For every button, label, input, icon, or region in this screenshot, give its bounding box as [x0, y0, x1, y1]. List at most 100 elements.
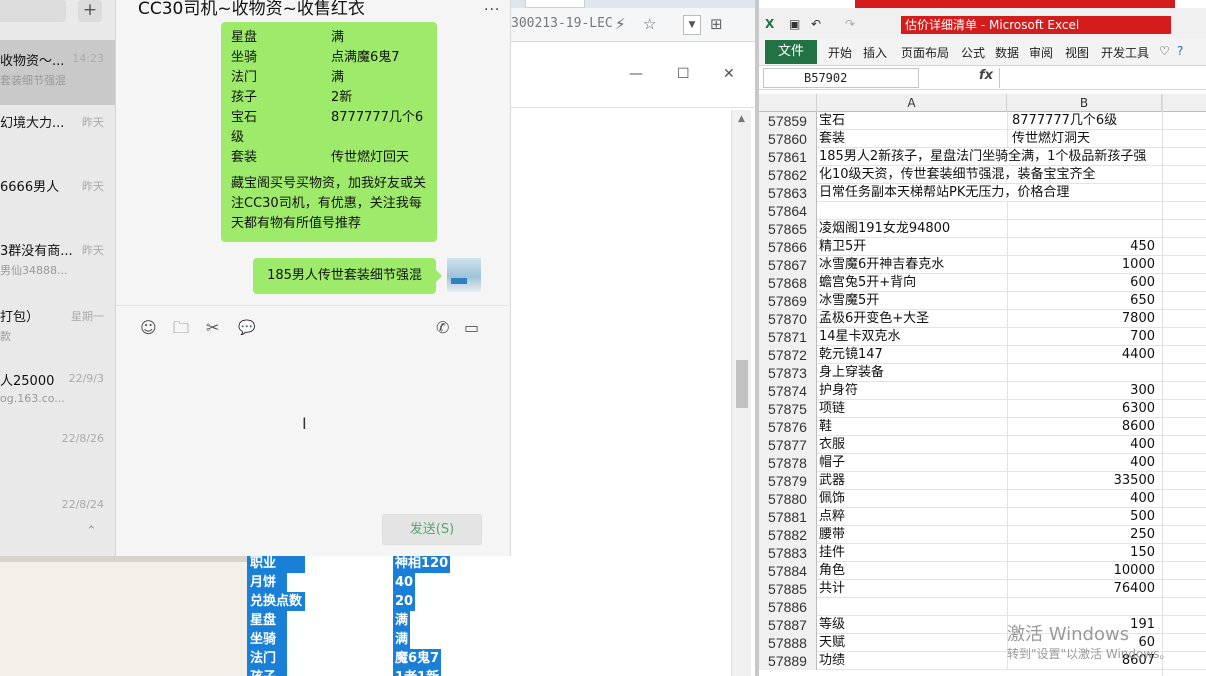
function-icon[interactable]: fx — [979, 68, 993, 83]
scrollbar-thumb[interactable] — [736, 360, 748, 408]
table-cell-value[interactable]: 1老1新 — [393, 668, 442, 676]
row-header[interactable]: 57874 — [759, 382, 817, 400]
table-cell-value[interactable]: 神相120 — [393, 554, 451, 573]
row-header[interactable]: 57865 — [759, 220, 817, 238]
sheet-row[interactable]: 57874 护身符 300 — [759, 382, 1206, 400]
cell-b[interactable]: 450 — [1007, 238, 1157, 256]
sheet-row[interactable]: 57863 日常任务副本天梯帮站PK无压力，价格合理 — [759, 184, 1206, 202]
search-input[interactable] — [0, 0, 66, 22]
sheet-row[interactable]: 57869 冰雪魔5开 650 — [759, 292, 1206, 310]
cell-a[interactable]: 项链 — [819, 400, 1007, 418]
send-button[interactable]: 发送(S) — [382, 514, 482, 545]
cell-a[interactable]: 精卫5开 — [819, 238, 1007, 256]
table-cell-key[interactable]: 兑换点数 — [247, 592, 305, 611]
cell-a[interactable]: 功绩 — [819, 652, 1007, 670]
sheet-row[interactable]: 57862 化10级天资，传世套装细节强混，装备宝宝齐全 — [759, 166, 1206, 184]
chat-list-item[interactable]: 22/8/24 — [0, 486, 115, 551]
more-icon[interactable]: ··· — [484, 2, 500, 18]
sheet-row[interactable]: 57881 点粹 500 — [759, 508, 1206, 526]
sheet-row[interactable]: 57865 凌烟阁191女龙94800 — [759, 220, 1206, 238]
row-header[interactable]: 57881 — [759, 508, 817, 526]
video-icon[interactable]: ▭ — [464, 318, 479, 338]
row-header[interactable]: 57877 — [759, 436, 817, 454]
row-header[interactable]: 57875 — [759, 400, 817, 418]
sheet-row[interactable]: 57870 孟极6开变色+大圣 7800 — [759, 310, 1206, 328]
cell-b[interactable]: 400 — [1007, 454, 1157, 472]
chat-list-item[interactable]: 3群没有商... 昨天 男仙34888... — [0, 230, 115, 295]
phone-icon[interactable]: ✆ — [436, 318, 449, 338]
sheet-row[interactable]: 57872 乾元镜147 4400 — [759, 346, 1206, 364]
row-header[interactable]: 57862 — [759, 166, 817, 184]
row-header[interactable]: 57868 — [759, 274, 817, 292]
cell-b[interactable]: 传世燃灯洞天 — [1007, 130, 1157, 148]
sheet-row[interactable]: 57866 精卫5开 450 — [759, 238, 1206, 256]
ribbon-tab[interactable]: 公式 — [961, 44, 985, 61]
cell-a[interactable]: 宝石 — [819, 112, 1007, 130]
sheet-row[interactable]: 57875 项链 6300 — [759, 400, 1206, 418]
sheet-row[interactable]: 57871 14星卡双克水 700 — [759, 328, 1206, 346]
cell-a[interactable]: 挂件 — [819, 544, 1007, 562]
sheet-row[interactable]: 57868 蟾宫兔5开+背向 600 — [759, 274, 1206, 292]
row-header[interactable]: 57860 — [759, 130, 817, 148]
sheet-row[interactable]: 57876 鞋 8600 — [759, 418, 1206, 436]
message-bubble-sent[interactable]: 185男人传世套装细节强混 — [253, 258, 442, 294]
cell-a[interactable]: 佩饰 — [819, 490, 1007, 508]
cell-a[interactable]: 蟾宫兔5开+背向 — [819, 274, 1007, 292]
row-header[interactable]: 57873 — [759, 364, 817, 382]
cell-a[interactable]: 帽子 — [819, 454, 1007, 472]
avatar[interactable] — [447, 258, 481, 292]
cell-b[interactable]: 1000 — [1007, 256, 1157, 274]
address-url[interactable]: 300213-19-LEC — [511, 16, 613, 31]
table-row[interactable]: 职业 神相120 — [247, 554, 507, 573]
row-header[interactable]: 57871 — [759, 328, 817, 346]
ribbon-tab[interactable]: 开始 — [828, 44, 852, 61]
ribbon-tab[interactable]: 视图 — [1065, 44, 1089, 61]
cell-b[interactable] — [1007, 364, 1157, 382]
browser-tab[interactable] — [525, 0, 585, 8]
cell-a[interactable]: 角色 — [819, 562, 1007, 580]
chat-list-item[interactable]: 6666男人 昨天 — [0, 166, 115, 231]
cell-a[interactable] — [819, 598, 1007, 616]
sheet-row[interactable]: 57882 腰带 250 — [759, 526, 1206, 544]
table-cell-value[interactable]: 20 — [393, 592, 416, 611]
cell-b[interactable]: 300 — [1007, 382, 1157, 400]
cell-a[interactable]: 身上穿装备 — [819, 364, 1007, 382]
browser-address-bar[interactable]: 300213-19-LEC ⚡ ☆ ▼ ⊞ — [505, 8, 755, 42]
table-row[interactable]: 月饼 40 — [247, 573, 507, 592]
cell-a[interactable]: 鞋 — [819, 418, 1007, 436]
cell-b[interactable]: 4400 — [1007, 346, 1157, 364]
lightning-icon[interactable]: ⚡ — [615, 15, 626, 33]
chat-list-item[interactable]: 收物资～... 14:23 套装细节强混 — [0, 40, 115, 105]
folder-icon[interactable]: 🗀 — [173, 318, 189, 338]
table-cell-value[interactable]: 40 — [393, 573, 416, 592]
row-header[interactable]: 57889 — [759, 652, 817, 670]
cell-b[interactable]: 7800 — [1007, 310, 1157, 328]
close-button[interactable]: ✕ — [723, 66, 735, 82]
table-row[interactable]: 兑换点数 20 — [247, 592, 507, 611]
cell-b[interactable]: 600 — [1007, 274, 1157, 292]
scissors-icon[interactable]: ✂ — [206, 318, 219, 338]
cell-a[interactable]: 14星卡双克水 — [819, 328, 1007, 346]
sheet-row[interactable]: 57886 — [759, 598, 1206, 616]
table-cell-value[interactable]: 满 — [393, 611, 411, 630]
row-header[interactable]: 57866 — [759, 238, 817, 256]
row-header[interactable]: 57869 — [759, 292, 817, 310]
scroll-up-icon[interactable]: ▲ — [738, 114, 745, 124]
chat-list-item[interactable]: 幻境大力... 昨天 — [0, 102, 115, 167]
cell-b[interactable]: 33500 — [1007, 472, 1157, 490]
sheet-row[interactable]: 57878 帽子 400 — [759, 454, 1206, 472]
cell-b[interactable] — [1007, 220, 1157, 238]
table-cell-key[interactable]: 星盘 — [247, 611, 287, 630]
chat-history-icon[interactable]: 💬 — [238, 318, 255, 338]
table-cell-key[interactable]: 法门 — [247, 649, 287, 668]
ribbon-tab[interactable]: 开发工具 — [1101, 44, 1149, 61]
minimize-button[interactable]: — — [629, 66, 643, 82]
cell-a[interactable]: 衣服 — [819, 436, 1007, 454]
row-header[interactable]: 57884 — [759, 562, 817, 580]
redo-icon[interactable]: ↷ — [845, 17, 855, 31]
table-row[interactable]: 坐骑 满 — [247, 630, 507, 649]
select-all-corner[interactable] — [759, 94, 817, 112]
cell-b[interactable]: 700 — [1007, 328, 1157, 346]
chat-list-item[interactable]: 22/8/26 — [0, 420, 115, 485]
cell-b[interactable]: 250 — [1007, 526, 1157, 544]
